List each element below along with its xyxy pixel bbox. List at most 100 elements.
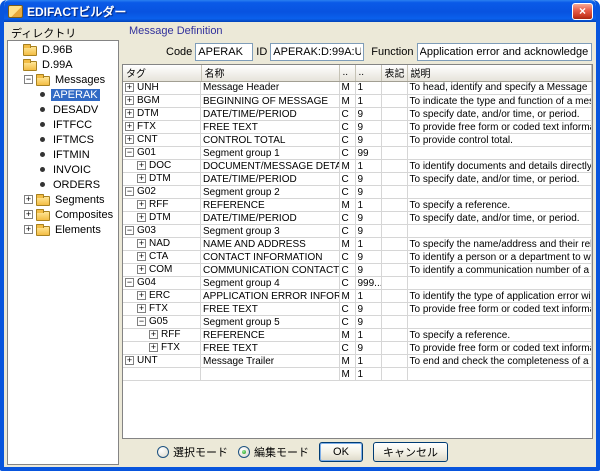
- expand-icon[interactable]: +: [137, 174, 146, 183]
- cell-rep: 9: [355, 264, 381, 277]
- collapse-icon[interactable]: −: [125, 148, 134, 157]
- column-header-name[interactable]: 名称: [201, 65, 339, 81]
- collapse-icon[interactable]: −: [125, 226, 134, 235]
- cell-description: To end and check the completeness of a M…: [407, 355, 592, 368]
- expand-icon[interactable]: +: [24, 225, 33, 234]
- expand-icon[interactable]: +: [137, 252, 146, 261]
- tree-item-invoic[interactable]: INVOIC: [8, 162, 118, 177]
- close-icon: ×: [579, 4, 586, 18]
- tree-item-d96b[interactable]: D.96B: [8, 42, 118, 57]
- table-row-erc[interactable]: +ERCAPPLICATION ERROR INFOR...M1To ident…: [123, 290, 592, 303]
- expand-icon[interactable]: +: [125, 135, 134, 144]
- cell-tag: +ERC: [123, 290, 201, 303]
- table-row-rff[interactable]: +RFFREFERENCEM1To specify a reference.: [123, 199, 592, 212]
- expand-icon[interactable]: +: [137, 304, 146, 313]
- expand-icon[interactable]: +: [137, 239, 146, 248]
- expand-icon[interactable]: +: [137, 200, 146, 209]
- table-row-cta[interactable]: +CTACONTACT INFORMATIONC9To identify a p…: [123, 251, 592, 264]
- expand-icon[interactable]: +: [137, 265, 146, 274]
- cell-req: M: [339, 81, 355, 95]
- collapse-icon[interactable]: −: [125, 278, 134, 287]
- column-header-rep[interactable]: ..: [355, 65, 381, 81]
- close-button[interactable]: ×: [572, 3, 593, 20]
- tree-item-segments[interactable]: +Segments: [8, 192, 118, 207]
- expand-icon[interactable]: +: [149, 343, 158, 352]
- definition-table-head-row: タグ名称....表記説明: [123, 65, 592, 81]
- table-row-doc[interactable]: +DOCDOCUMENT/MESSAGE DETA...M1To identif…: [123, 160, 592, 173]
- table-row-g04[interactable]: −G04Segment group 4C999...: [123, 277, 592, 290]
- table-row-ftx[interactable]: +FTXFREE TEXTC9To provide free form or c…: [123, 303, 592, 316]
- tree-item-elements[interactable]: +Elements: [8, 222, 118, 237]
- collapse-icon[interactable]: −: [125, 187, 134, 196]
- function-input[interactable]: [417, 43, 593, 61]
- column-header-req[interactable]: ..: [339, 65, 355, 81]
- code-input[interactable]: [195, 43, 253, 61]
- expand-icon[interactable]: +: [125, 83, 134, 92]
- table-row-unh[interactable]: +UNHMessage HeaderM1To head, identify an…: [123, 81, 592, 95]
- table-row-g01[interactable]: −G01Segment group 1C99: [123, 147, 592, 160]
- table-row-bgm[interactable]: +BGMBEGINNING OF MESSAGEM1To indicate th…: [123, 95, 592, 108]
- tree-item-d99a[interactable]: D.99A: [8, 57, 118, 72]
- table-row-dtm[interactable]: +DTMDATE/TIME/PERIODC9To specify date, a…: [123, 212, 592, 225]
- expand-icon[interactable]: +: [24, 195, 33, 204]
- tree-item-orders[interactable]: ORDERS: [8, 177, 118, 192]
- collapse-icon[interactable]: −: [137, 317, 146, 326]
- cell-tag: +DTM: [123, 212, 201, 225]
- expand-icon[interactable]: +: [125, 356, 134, 365]
- table-row-g02[interactable]: −G02Segment group 2C9: [123, 186, 592, 199]
- table-row-dtm[interactable]: +DTMDATE/TIME/PERIODC9To specify date, a…: [123, 173, 592, 186]
- column-header-description[interactable]: 説明: [407, 65, 592, 81]
- titlebar[interactable]: EDIFACTビルダー ×: [4, 0, 596, 22]
- expand-icon[interactable]: +: [125, 122, 134, 131]
- cell-tag: −G05: [123, 316, 201, 329]
- cell-rep: 9: [355, 121, 381, 134]
- expand-icon[interactable]: +: [149, 330, 158, 339]
- column-header-notation[interactable]: 表記: [381, 65, 407, 81]
- expand-icon[interactable]: +: [137, 213, 146, 222]
- table-row-empty[interactable]: M1: [123, 368, 592, 381]
- cell-name: FREE TEXT: [201, 121, 339, 134]
- tree-item-aperak[interactable]: APERAK: [8, 87, 118, 102]
- expand-icon[interactable]: +: [125, 96, 134, 105]
- select-mode-radio[interactable]: 選択モード: [157, 444, 228, 460]
- expand-icon[interactable]: +: [137, 291, 146, 300]
- ok-button[interactable]: OK: [319, 442, 363, 462]
- tree-item-iftfcc[interactable]: IFTFCC: [8, 117, 118, 132]
- expand-icon[interactable]: +: [125, 109, 134, 118]
- table-row-com[interactable]: +COMCOMMUNICATION CONTACTC9To identify a…: [123, 264, 592, 277]
- message-definition-panel: Message Definition Code ID Function タグ名称…: [122, 25, 593, 465]
- folder-icon: [23, 46, 37, 56]
- tree-item-iftmin[interactable]: IFTMIN: [8, 147, 118, 162]
- table-row-cnt[interactable]: +CNTCONTROL TOTALC9To provide control to…: [123, 134, 592, 147]
- cell-name: Segment group 5: [201, 316, 339, 329]
- cell-req: M: [339, 95, 355, 108]
- cell-rep: 99: [355, 147, 381, 160]
- segment-tag-text: G01: [137, 147, 156, 158]
- table-row-g05[interactable]: −G05Segment group 5C9: [123, 316, 592, 329]
- collapse-icon[interactable]: −: [24, 75, 33, 84]
- cell-rep: 9: [355, 173, 381, 186]
- table-row-unt[interactable]: +UNTMessage TrailerM1To end and check th…: [123, 355, 592, 368]
- segment-table-container[interactable]: タグ名称....表記説明 +UNHMessage HeaderM1To head…: [122, 64, 593, 439]
- tree-item-messages[interactable]: −Messages: [8, 72, 118, 87]
- id-input[interactable]: [270, 43, 364, 61]
- table-row-ftx[interactable]: +FTXFREE TEXTC9To provide free form or c…: [123, 121, 592, 134]
- table-row-nad[interactable]: +NADNAME AND ADDRESSM1To specify the nam…: [123, 238, 592, 251]
- cancel-button[interactable]: キャンセル: [373, 442, 448, 462]
- edit-mode-radio[interactable]: 編集モード: [238, 444, 309, 460]
- expand-icon[interactable]: +: [137, 161, 146, 170]
- column-header-tag[interactable]: タグ: [123, 65, 201, 81]
- cell-req: M: [339, 355, 355, 368]
- cell-notation: [381, 264, 407, 277]
- table-row-g03[interactable]: −G03Segment group 3C9: [123, 225, 592, 238]
- table-row-rff[interactable]: +RFFREFERENCEM1To specify a reference.: [123, 329, 592, 342]
- tree-item-composites[interactable]: + Composites: [8, 207, 118, 222]
- tree-item-desadv[interactable]: DESADV: [8, 102, 118, 117]
- cell-name: [201, 368, 339, 381]
- directory-tree[interactable]: D.96BD.99A−MessagesAPERAKDESADVIFTFCCIFT…: [7, 40, 119, 465]
- expand-icon[interactable]: +: [24, 210, 33, 219]
- tree-item-iftmcs[interactable]: IFTMCS: [8, 132, 118, 147]
- table-row-dtm[interactable]: +DTMDATE/TIME/PERIODC9To specify date, a…: [123, 108, 592, 121]
- table-row-ftx[interactable]: +FTXFREE TEXTC9To provide free form or c…: [123, 342, 592, 355]
- tree-item-label: Composites: [53, 209, 115, 221]
